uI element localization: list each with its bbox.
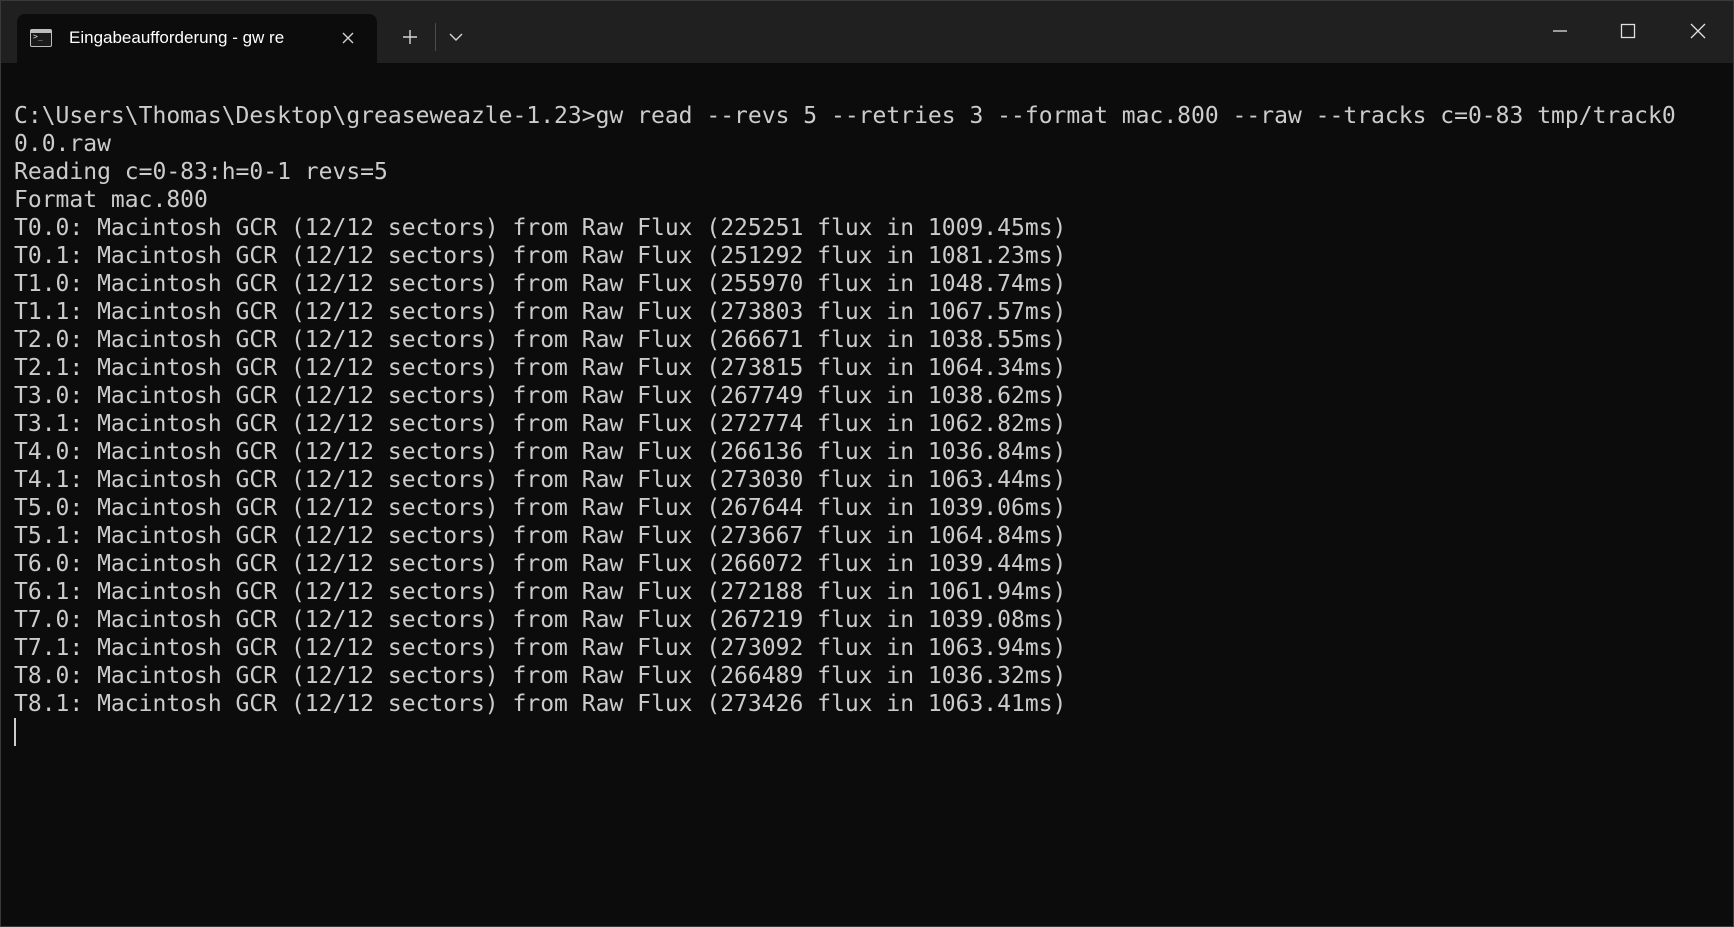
terminal-line-track: T1.1: Macintosh GCR (12/12 sectors) from… (14, 299, 1067, 325)
terminal-line-track: T4.1: Macintosh GCR (12/12 sectors) from… (14, 467, 1067, 493)
tab-separator (435, 23, 436, 51)
tab-close-button[interactable] (335, 25, 361, 51)
terminal-line-track: T6.1: Macintosh GCR (12/12 sectors) from… (14, 579, 1067, 605)
terminal-line-command: C:\Users\Thomas\Desktop\greaseweazle-1.2… (14, 103, 1676, 129)
terminal-line-format: Format mac.800 (14, 187, 208, 213)
maximize-button[interactable] (1605, 13, 1651, 49)
maximize-icon (1620, 23, 1636, 39)
terminal-line-track: T5.0: Macintosh GCR (12/12 sectors) from… (14, 495, 1067, 521)
terminal-line-track: T1.0: Macintosh GCR (12/12 sectors) from… (14, 271, 1067, 297)
terminal-line-track: T2.1: Macintosh GCR (12/12 sectors) from… (14, 355, 1067, 381)
minimize-icon (1553, 30, 1567, 32)
tab-dropdown-button[interactable] (441, 21, 471, 53)
terminal-line-track: T3.0: Macintosh GCR (12/12 sectors) from… (14, 383, 1067, 409)
chevron-down-icon (449, 33, 463, 41)
terminal-line-track: T7.1: Macintosh GCR (12/12 sectors) from… (14, 635, 1067, 661)
terminal-line-track: T0.0: Macintosh GCR (12/12 sectors) from… (14, 215, 1067, 241)
close-icon (1690, 23, 1706, 39)
new-tab-button[interactable] (393, 21, 427, 53)
terminal-line-track: T5.1: Macintosh GCR (12/12 sectors) from… (14, 523, 1067, 549)
terminal-line-track: T8.0: Macintosh GCR (12/12 sectors) from… (14, 663, 1067, 689)
text-cursor (14, 718, 16, 746)
terminal-output-area[interactable]: C:\Users\Thomas\Desktop\greaseweazle-1.2… (1, 63, 1733, 926)
terminal-line-track: T4.0: Macintosh GCR (12/12 sectors) from… (14, 439, 1067, 465)
close-icon (342, 32, 354, 44)
terminal-line-track: T6.0: Macintosh GCR (12/12 sectors) from… (14, 551, 1067, 577)
terminal-window: Eingabeaufforderung - gw re (0, 0, 1734, 927)
close-button[interactable] (1675, 13, 1721, 49)
minimize-button[interactable] (1537, 13, 1583, 49)
title-bar[interactable]: Eingabeaufforderung - gw re (1, 1, 1733, 63)
terminal-line-track: T2.0: Macintosh GCR (12/12 sectors) from… (14, 327, 1067, 353)
terminal-line-track: T0.1: Macintosh GCR (12/12 sectors) from… (14, 243, 1067, 269)
tab-title: Eingabeaufforderung - gw re (69, 28, 285, 47)
terminal-line-command-wrap: 0.0.raw (14, 131, 111, 157)
command-prompt-icon (30, 29, 52, 47)
terminal-lines: C:\Users\Thomas\Desktop\greaseweazle-1.2… (14, 102, 1676, 718)
terminal-line-track: T3.1: Macintosh GCR (12/12 sectors) from… (14, 411, 1067, 437)
terminal-line-track: T7.0: Macintosh GCR (12/12 sectors) from… (14, 607, 1067, 633)
terminal-line-track: T8.1: Macintosh GCR (12/12 sectors) from… (14, 691, 1067, 717)
plus-icon (403, 30, 417, 44)
terminal-line-reading: Reading c=0-83:h=0-1 revs=5 (14, 159, 388, 185)
tab-command-prompt[interactable]: Eingabeaufforderung - gw re (17, 14, 377, 63)
